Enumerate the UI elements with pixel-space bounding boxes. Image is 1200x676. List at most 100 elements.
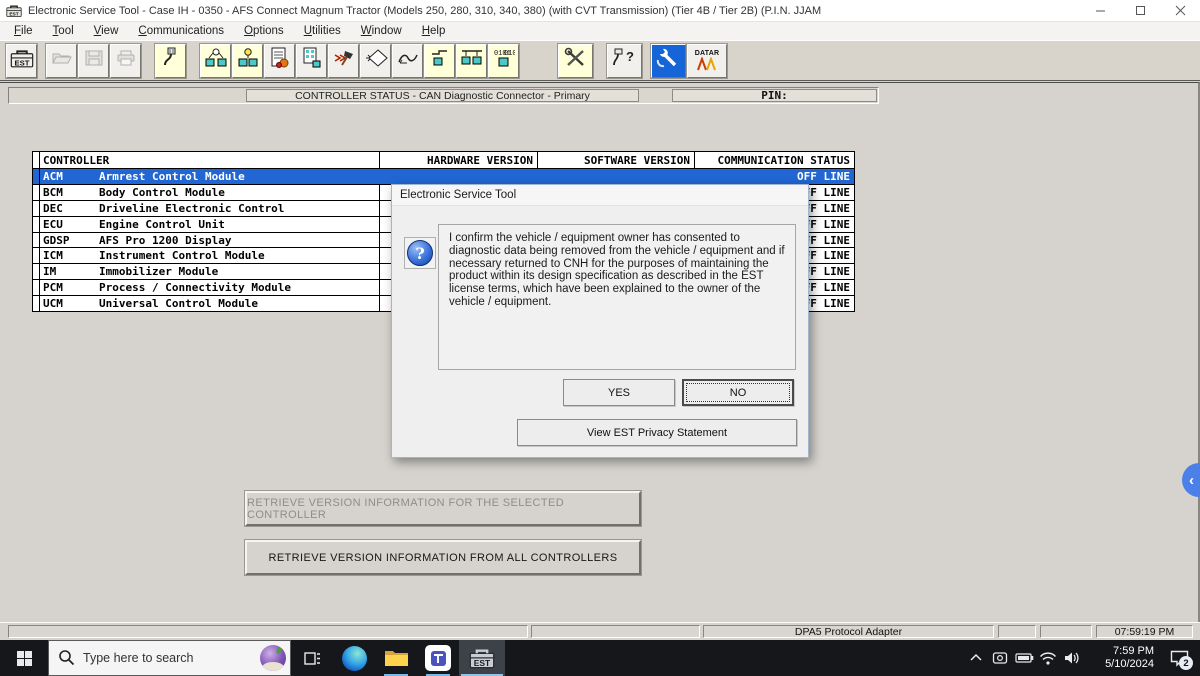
status-time: 07:59:19 PM — [1096, 625, 1193, 638]
menu-bar: File Tool View Communications Options Ut… — [0, 22, 1200, 40]
connector-help-icon: ? — [612, 47, 638, 74]
connector-help-button[interactable]: ? — [607, 44, 642, 78]
taskbar: EST 7:59 PM 5/10/2024 2 — [0, 640, 1200, 676]
table-header-row: CONTROLLER HARDWARE VERSION SOFTWARE VER… — [33, 152, 854, 168]
dual-node-icon — [461, 48, 483, 73]
est-taskbar-button[interactable]: EST — [459, 640, 505, 676]
toolbox-button[interactable] — [558, 44, 593, 78]
edge-icon — [342, 646, 367, 671]
clock-time: 7:59 PM — [1084, 645, 1154, 658]
retrieve-selected-button[interactable]: RETRIEVE VERSION INFORMATION FOR THE SEL… — [245, 491, 641, 526]
dual-node-button[interactable] — [456, 44, 487, 78]
service-wrench-button[interactable] — [651, 44, 686, 78]
wiring-lamp-button[interactable] — [232, 44, 263, 78]
binary-data-button[interactable]: 01010101 — [488, 44, 519, 78]
controller-network-icon — [205, 48, 227, 73]
svg-text:EST: EST — [14, 58, 29, 67]
diamond-button[interactable] — [360, 44, 391, 78]
action-center-button[interactable]: 2 — [1158, 640, 1200, 676]
view-privacy-statement-button[interactable]: View EST Privacy Statement — [517, 419, 797, 446]
svg-text:EST: EST — [9, 11, 18, 17]
connect-icon — [162, 47, 180, 74]
programming-hammer-button[interactable] — [328, 44, 359, 78]
window-title: Electronic Service Tool - Case IH - 0350… — [28, 5, 1080, 17]
menu-tool[interactable]: Tool — [43, 24, 84, 39]
start-button[interactable] — [0, 640, 48, 676]
controller-status-header: CONTROLLER STATUS - CAN Diagnostic Conne… — [246, 89, 639, 102]
teams-button[interactable] — [417, 640, 459, 676]
task-view-button[interactable] — [291, 640, 333, 676]
connect-button[interactable] — [155, 44, 186, 78]
controller-network-button[interactable] — [200, 44, 231, 78]
col-software-version: SOFTWARE VERSION — [537, 152, 694, 168]
volume-icon[interactable] — [1060, 640, 1084, 676]
toolbar: EST — [0, 40, 1200, 81]
wiring-lamp-icon — [237, 48, 259, 73]
collapse-chevron-button[interactable]: ‹ — [1182, 463, 1200, 497]
open-file-icon — [52, 50, 72, 71]
fault-report-button[interactable] — [264, 44, 295, 78]
tray-device-icon[interactable] — [988, 640, 1012, 676]
col-communication-status: COMMUNICATION STATUS — [694, 152, 854, 168]
no-button[interactable]: NO — [682, 379, 794, 406]
menu-file[interactable]: File — [4, 24, 43, 39]
search-highlight-icon[interactable] — [260, 645, 286, 671]
maximize-button[interactable] — [1120, 0, 1160, 21]
dialog-message: I confirm the vehicle / equipment owner … — [438, 224, 796, 370]
toolbox-icon — [564, 47, 588, 74]
search-input[interactable] — [48, 640, 291, 676]
edge-browser-button[interactable] — [333, 640, 375, 676]
print-button[interactable] — [110, 44, 141, 78]
svg-text:0101: 0101 — [504, 50, 515, 58]
save-button[interactable] — [78, 44, 109, 78]
windows-logo-icon — [17, 651, 32, 666]
service-wrench-icon — [656, 46, 682, 75]
client-area: CONTROLLER STATUS - CAN Diagnostic Conne… — [0, 82, 1200, 622]
yes-button[interactable]: YES — [563, 379, 675, 406]
teams-icon — [425, 645, 451, 671]
est-app-icon: EST — [469, 648, 495, 669]
close-button[interactable] — [1160, 0, 1200, 21]
est-tool-button[interactable]: EST — [6, 44, 37, 78]
notification-count-badge: 2 — [1179, 656, 1193, 670]
col-hardware-version: HARDWARE VERSION — [379, 152, 537, 168]
dialog-title: Electronic Service Tool — [392, 185, 808, 206]
status-bar: DPA5 Protocol Adapter 07:59:19 PM — [0, 622, 1200, 640]
file-explorer-button[interactable] — [375, 640, 417, 676]
minimize-button[interactable] — [1080, 0, 1120, 21]
adapter-status: DPA5 Protocol Adapter — [703, 625, 994, 638]
menu-utilities[interactable]: Utilities — [294, 24, 351, 39]
monitor-hand-button[interactable] — [392, 44, 423, 78]
header-strip: CONTROLLER STATUS - CAN Diagnostic Conne… — [8, 87, 879, 104]
menu-communications[interactable]: Communications — [128, 24, 234, 39]
graph-step-icon — [430, 48, 450, 73]
svg-text:?: ? — [626, 49, 634, 64]
monitor-hand-icon — [397, 50, 419, 71]
table-row-acm[interactable]: ACMArmrest Control Module OFF LINE — [33, 168, 854, 184]
graph-step-button[interactable] — [424, 44, 455, 78]
open-file-button[interactable] — [46, 44, 77, 78]
consent-dialog: Electronic Service Tool ? I confirm the … — [391, 184, 809, 458]
menu-window[interactable]: Window — [351, 24, 412, 39]
save-icon — [85, 50, 103, 71]
binary-data-icon: 01010101 — [493, 48, 515, 73]
help-question-icon: ? — [404, 237, 436, 269]
menu-help[interactable]: Help — [412, 24, 456, 39]
battery-icon[interactable] — [1012, 640, 1036, 676]
programming-hammer-icon — [333, 49, 355, 72]
tray-expand-button[interactable] — [964, 640, 988, 676]
taskbar-clock[interactable]: 7:59 PM 5/10/2024 — [1084, 645, 1158, 671]
status-pane — [1040, 625, 1092, 638]
wifi-icon[interactable] — [1036, 640, 1060, 676]
menu-view[interactable]: View — [84, 24, 129, 39]
app-icon: EST — [6, 4, 22, 18]
retrieve-all-button[interactable]: RETRIEVE VERSION INFORMATION FROM ALL CO… — [245, 540, 641, 575]
configuration-grid-button[interactable] — [296, 44, 327, 78]
status-pane — [8, 625, 528, 638]
clock-date: 5/10/2024 — [1084, 658, 1154, 671]
est-tool-icon: EST — [10, 49, 34, 73]
menu-options[interactable]: Options — [234, 24, 294, 39]
datar-button[interactable]: DATAR — [687, 44, 727, 78]
taskbar-search — [48, 640, 291, 676]
configuration-grid-icon — [302, 47, 322, 74]
